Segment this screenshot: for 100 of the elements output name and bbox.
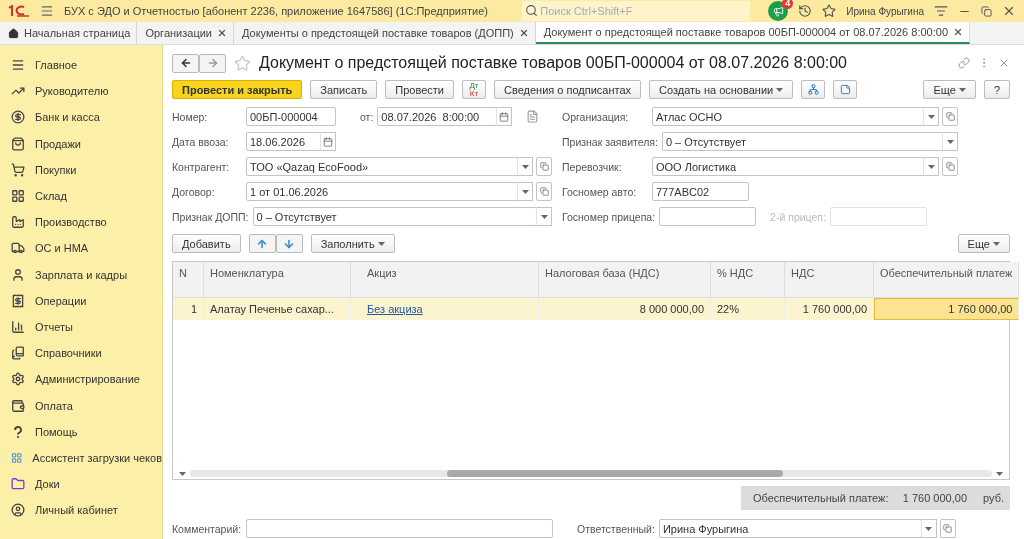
close-icon[interactable] (953, 27, 963, 37)
sidebar-item[interactable]: Склад (0, 182, 162, 210)
ledger-icon (11, 293, 25, 308)
tab[interactable]: Документ о предстоящей поставке товаров 00БП-000004 от 08.07.2026 8:00:00 (535, 22, 970, 44)
dropdown-field[interactable]: Ирина Фурыгина (658, 519, 922, 538)
button-label: Заполнить (320, 237, 375, 250)
sidebar-item[interactable]: Зарплата и кадры (0, 261, 162, 288)
back-button[interactable] (172, 53, 199, 73)
open-button[interactable] (942, 157, 958, 176)
dropdown-field[interactable]: 1 от 01.06.2026 (246, 182, 518, 201)
sidebar-item[interactable]: Главное (0, 52, 162, 79)
sidebar-item[interactable]: Руководителю (0, 78, 162, 105)
sidebar-item[interactable]: ОС и НМА (0, 235, 162, 262)
scroll-left-icon[interactable] (179, 471, 186, 476)
input-field[interactable]: 777ABC02 (652, 182, 749, 201)
dropdown-field[interactable]: ООО Логистика (652, 157, 924, 176)
input-field[interactable] (659, 207, 757, 226)
toolbar-button[interactable]: Записать (310, 80, 378, 99)
close-icon[interactable] (518, 28, 529, 38)
sidebar-item[interactable]: Помощь (0, 418, 162, 445)
link-icon[interactable] (958, 57, 970, 69)
move-up-button[interactable] (248, 234, 276, 253)
input-field[interactable] (246, 519, 553, 538)
menu-icon (11, 58, 25, 73)
tab[interactable]: Начальная страница (0, 22, 138, 44)
move-down-button[interactable] (275, 234, 303, 253)
star-icon[interactable] (822, 4, 837, 18)
list-button[interactable] (833, 80, 858, 99)
menu-button[interactable]: Еще (957, 234, 1010, 253)
sidebar-label: ОС и НМА (35, 242, 89, 255)
dropdown-field[interactable]: 0 – Отсутствует (661, 132, 943, 151)
table-cell: 22% (711, 298, 785, 320)
sidebar-item[interactable]: Отчеты (0, 313, 162, 341)
open-button[interactable] (942, 107, 958, 126)
menu-button[interactable]: Еще (923, 80, 976, 99)
sidebar-item[interactable]: Администрирование (0, 366, 162, 393)
menu-button[interactable]: Заполнить (310, 234, 395, 253)
tab[interactable]: Документы о предстоящей поставке товаров (ДОПП) (234, 22, 536, 44)
sidebar-item[interactable]: Доки (0, 471, 162, 498)
column-header[interactable]: Обеспечительный платеж (874, 262, 1020, 298)
comment-icon[interactable] (526, 110, 540, 123)
open-button[interactable] (939, 519, 956, 538)
user-name[interactable]: Ирина Фурыгина (846, 5, 924, 17)
history-icon[interactable] (798, 4, 813, 18)
excise-link[interactable]: Без акциза (367, 303, 423, 315)
scroll-right-icon[interactable] (996, 471, 1003, 476)
column-header[interactable]: Номенклатура (204, 262, 351, 298)
user-circle-icon (11, 503, 25, 518)
sidebar-label: Банк и касса (35, 111, 100, 124)
column-header[interactable]: % НДС (711, 262, 785, 298)
column-header[interactable]: N (173, 262, 204, 298)
sidebar-label: Склад (35, 190, 67, 203)
close-icon[interactable] (217, 28, 227, 38)
dropdown-field[interactable]: ТОО «Qazaq EcoFood» (246, 157, 518, 176)
debit-label: Дт (469, 81, 479, 90)
sidebar-item[interactable]: Производство (0, 209, 162, 236)
toolbar-button[interactable]: Провести (385, 80, 454, 99)
sidebar-item[interactable]: Личный кабинет (0, 497, 162, 524)
tab-label: Начальная страница (24, 27, 131, 39)
search-field[interactable]: Поиск Ctrl+Shift+F (522, 1, 751, 21)
sidebar-item[interactable]: Покупки (0, 156, 162, 183)
open-icon (945, 112, 955, 121)
structure-button[interactable] (801, 80, 826, 99)
dropdown-field[interactable]: Атлас ОСНО (652, 107, 924, 126)
sidebar-label: Покупки (35, 163, 77, 176)
menu-button[interactable]: Создать на основании (649, 80, 794, 99)
button-label: Еще (933, 83, 956, 96)
dropdown-arrow-icon (946, 139, 954, 144)
sidebar-item[interactable]: Операции (0, 287, 162, 314)
sidebar-label: Руководителю (35, 85, 109, 98)
column-header[interactable]: Налоговая база (НДС) (539, 262, 711, 298)
input-field[interactable]: 00БП-000004 (246, 107, 336, 126)
close-icon[interactable] (1002, 4, 1016, 18)
calendar-icon (499, 111, 510, 122)
toolbar-button[interactable]: ? (983, 80, 1010, 99)
total-value: 1 760 000,00 (902, 492, 967, 504)
sidebar-item[interactable]: Банк и касса (0, 104, 162, 131)
menu-icon[interactable] (934, 4, 948, 18)
calendar-icon (323, 136, 333, 147)
grid-icon (11, 450, 23, 465)
column-header[interactable]: Акциз (361, 262, 539, 298)
toolbar-button[interactable]: Добавить (172, 234, 241, 253)
sidebar-item[interactable]: Оплата (0, 392, 162, 419)
postings-button[interactable]: Дт Кт (462, 80, 486, 99)
sidebar-item[interactable]: Ассистент загрузки чеков (0, 444, 162, 471)
post-and-close-button[interactable]: Провести и закрыть (172, 80, 303, 99)
sidebar-item[interactable]: Продажи (0, 130, 162, 157)
restore-icon[interactable] (981, 5, 992, 17)
sidebar-item[interactable]: Справочники (0, 340, 162, 367)
open-button[interactable] (536, 182, 552, 201)
date-field[interactable]: 08.07.2026 8:00:00 (377, 107, 498, 126)
column-header[interactable]: НДС (785, 262, 874, 298)
credit-label: Кт (469, 89, 479, 98)
table-cell: 1 (173, 298, 204, 320)
date-field[interactable]: 18.06.2026 (246, 132, 321, 151)
open-button[interactable] (536, 157, 552, 176)
menu-icon[interactable] (40, 4, 54, 18)
tab[interactable]: Организации (137, 22, 234, 44)
toolbar-button[interactable]: Сведения о подписантах (494, 80, 642, 99)
dropdown-field[interactable]: 0 – Отсутствует (252, 207, 537, 226)
